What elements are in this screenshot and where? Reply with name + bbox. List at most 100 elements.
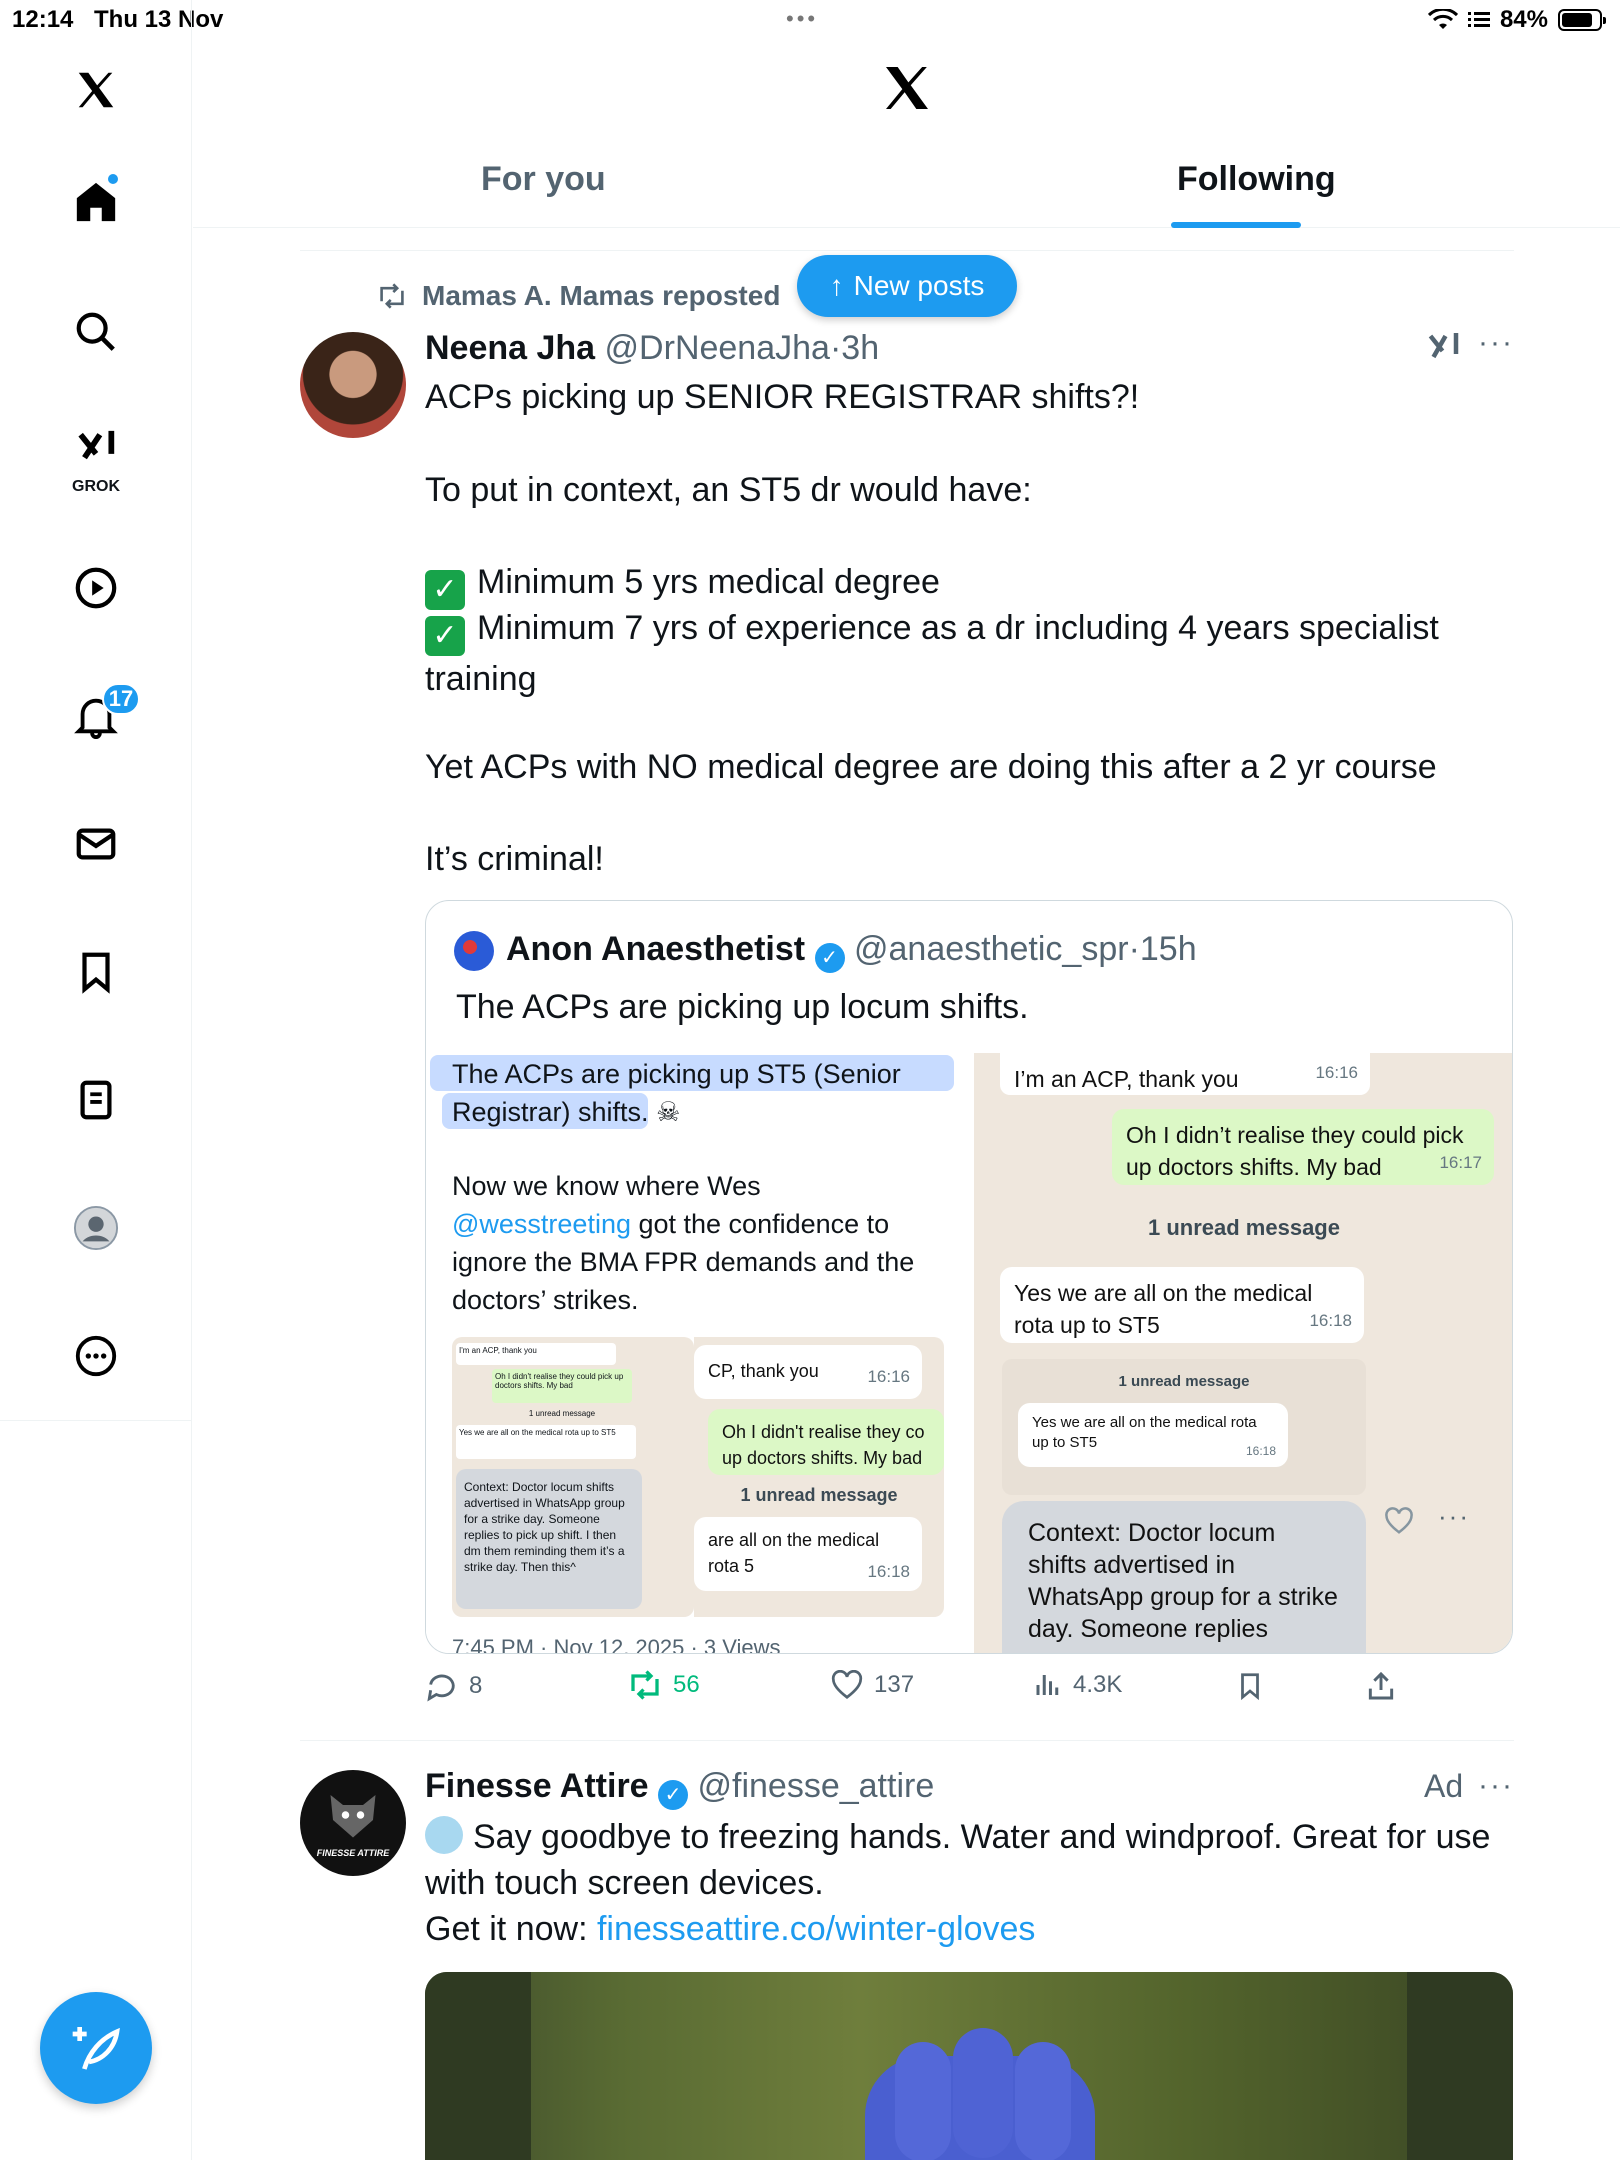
active-tab-indicator [1171,222,1301,228]
ad-author-avatar[interactable]: FINESSE ATTIRE [300,1770,406,1876]
share-button[interactable] [1365,1670,1397,1702]
bookmark-button[interactable] [1235,1670,1265,1702]
video-letterbox-right [1407,1972,1513,2160]
compose-post-button[interactable] [40,1992,152,2104]
chat-more-icon[interactable]: ··· [1438,1501,1470,1532]
like-button[interactable]: 137 [830,1670,914,1700]
x-logo-icon[interactable] [56,50,136,130]
messages-icon[interactable] [56,804,136,884]
views-button[interactable]: 4.3K [1033,1670,1122,1700]
ad-link[interactable]: finesseattire.co/winter-gloves [597,1910,1035,1948]
ad-author-handle[interactable]: @finesse_attire [698,1767,935,1805]
post-more-icon[interactable]: ··· [1478,326,1514,360]
skull-icon: ☠ [656,1097,681,1127]
grok-explain-icon[interactable] [1424,330,1464,371]
more-icon[interactable] [56,1316,136,1396]
ad-avatar-text: FINESSE ATTIRE [316,1848,390,1858]
new-posts-button[interactable]: ↑ New posts [797,255,1017,317]
timeline-header: For you Following [193,40,1620,228]
quote-author-handle: @anaesthetic_spr [854,930,1129,968]
glove-finger [1015,2042,1071,2160]
cropped-chat: CP, thank you 16:16 Oh I didn't realise t… [694,1337,944,1617]
views-chart-icon [1036,1675,1059,1695]
tab-for-you[interactable]: For you [481,160,606,199]
image-para-c: ignore the BMA FPR demands and the [452,1247,915,1277]
quote-author-name: Anon Anaesthetist [506,930,806,968]
verified-badge-icon: ✓ [658,1780,689,1810]
post-check-item-2: ✓ Minimum 7 yrs of experience as a dr inc… [425,609,1449,698]
ad-text: Say goodbye to freezing hands. Water and… [425,1816,1500,1902]
check-mark-icon: ✓ [425,616,465,656]
home-icon[interactable] [56,162,136,242]
image-para-a: Now we know where Wes [452,1171,761,1201]
home-unread-dot [106,172,120,186]
lists-icon[interactable] [56,1060,136,1140]
ad-more-icon[interactable]: ··· [1478,1764,1514,1808]
quote-image-right[interactable]: I’m an ACP, thank you 16:16 Oh I didn’t r… [974,1053,1512,1653]
profile-avatar[interactable] [56,1188,136,1268]
x-logo-icon [879,60,935,121]
like-count: 137 [874,1671,915,1698]
image-para-b: @wesstreeting got the confidence to [452,1209,890,1239]
post-actions: 8 56 137 4.3K [425,1670,1425,1720]
reply-count: 8 [469,1672,483,1699]
post-text-line4: It’s criminal! [425,840,604,878]
chat-msg1: I’m an ACP, thank you 16:16 [1000,1053,1370,1095]
bookmark-icon [1241,1673,1259,1701]
crop-unread: 1 unread message [740,1485,898,1505]
ad-header: Finesse Attire ✓ @finesse_attire [425,1764,934,1810]
views-count: 4.3K [1073,1671,1123,1698]
ad-label: Ad [1424,1768,1464,1804]
post-time[interactable]: 3h [841,329,879,367]
chat-msg2: Oh I didn’t realise they could pick up d… [1112,1109,1494,1185]
search-icon[interactable] [56,292,136,372]
quoted-post[interactable]: Anon Anaesthetist ✓ @anaesthetic_spr·15h… [425,900,1513,1654]
tab-following[interactable]: Following [1177,160,1336,199]
panther-logo-icon [330,1795,376,1838]
video-icon[interactable] [56,548,136,628]
quote-image-left[interactable]: The ACPs are picking up ST5 (Senior Regi… [426,1053,974,1654]
feed-divider [300,250,1514,251]
arrow-up-icon: ↑ [829,270,844,301]
mini-unread: 1 unread message [528,1409,596,1418]
post-divider [300,1740,1514,1741]
quote-header: Anon Anaesthetist ✓ @anaesthetic_spr·15h [506,927,1197,973]
multitasking-dots[interactable]: ••• [786,6,818,32]
crop-msg2: Oh I didn't realise they co up doctors s… [708,1409,944,1475]
wifi-icon [1427,9,1458,29]
author-avatar[interactable] [300,332,406,438]
freezing-face-icon [425,1816,463,1854]
context-bubble: Context: Doctor locum shifts advertised … [1002,1501,1366,1653]
post-check-item-1: ✓ Minimum 5 yrs medical degree [425,559,1505,610]
author-handle[interactable]: @DrNeenaJha [605,329,830,367]
highlight-line-a: The ACPs are picking up ST5 (Senior [452,1059,901,1089]
repost-icon [380,283,404,309]
quote-author-avatar [454,931,494,971]
post-text-line2: To put in context, an ST5 dr would have: [425,471,1032,509]
sidebar: GROK 17 [0,0,192,2160]
ad-video[interactable] [425,1972,1513,2160]
new-posts-label: New posts [853,270,985,301]
battery-percent: 84% [1499,6,1548,33]
author-name[interactable]: Neena Jha [425,329,595,367]
bookmarks-icon[interactable] [56,932,136,1012]
small-unread: 1 unread message [1118,1373,1250,1390]
reposted-by[interactable]: Mamas A. Mamas reposted [422,280,780,312]
check-mark-icon: ✓ [425,570,465,610]
mention-link: @wesstreeting [452,1209,631,1239]
crop-msg3: are all on the medical rota 5 16:18 [694,1517,922,1591]
quote-time: 15h [1139,930,1197,968]
mini-screenshot: I'm an ACP, thank you Oh I didn't realis… [452,1337,694,1617]
image-para-d: doctors’ strikes. [452,1285,639,1315]
highlight-line-b: Registrar) shifts. ☠ [452,1097,681,1127]
repost-button[interactable]: 56 [627,1670,700,1700]
ad-author-name[interactable]: Finesse Attire [425,1767,649,1805]
post-header: Neena Jha @DrNeenaJha·3h [425,329,880,367]
reply-button[interactable]: 8 [425,1670,482,1702]
chat-msg3: Yes we are all on the medical rota up to… [1000,1267,1364,1343]
glove-finger [953,2028,1013,2158]
grok-label: GROK [72,478,120,495]
react-heart-icon[interactable] [1384,1507,1414,1540]
repost-icon [631,1670,659,1700]
image-footer-meta: 7:45 PM · Nov 12, 2025 · 3 Views [452,1635,781,1654]
